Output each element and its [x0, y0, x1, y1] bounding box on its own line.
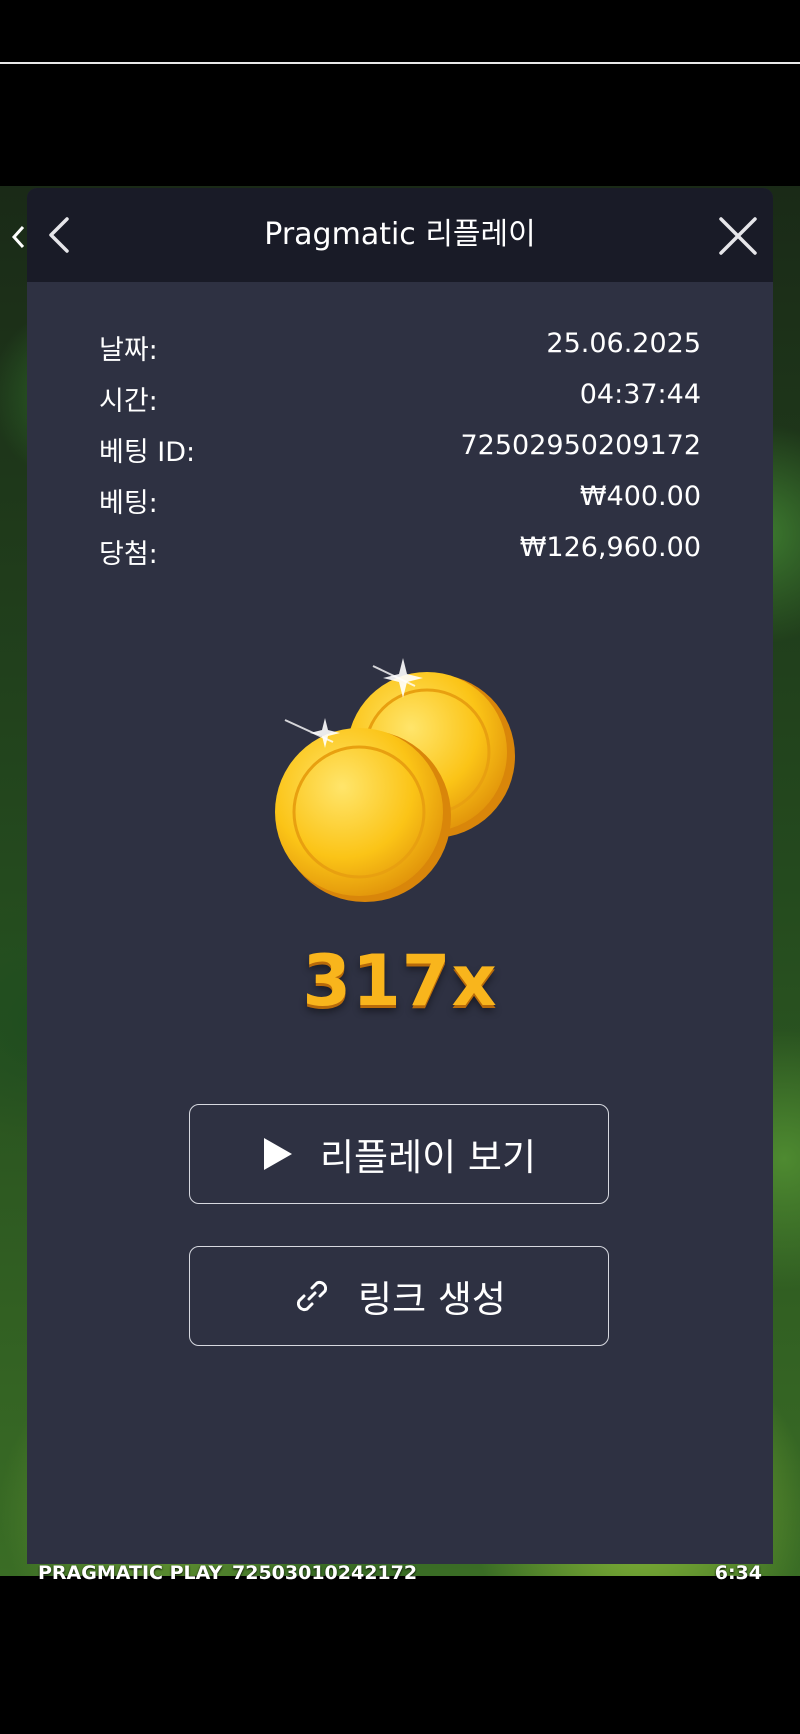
- win-multiplier: 317x: [302, 940, 498, 1022]
- create-link-label: 링크 생성: [358, 1278, 506, 1321]
- info-row-win: 당첨: ₩126,960.00: [99, 532, 701, 583]
- close-icon[interactable]: [717, 215, 759, 257]
- game-clock: 6:34: [714, 1562, 762, 1584]
- info-value: 25.06.2025: [546, 328, 701, 359]
- watch-replay-label: 리플레이 보기: [319, 1136, 536, 1179]
- coins-icon: [275, 658, 515, 902]
- play-icon: [262, 1136, 294, 1172]
- info-row-bet-id: 베팅 ID: 72502950209172: [99, 430, 701, 481]
- create-link-button[interactable]: 링크 생성: [189, 1246, 609, 1346]
- info-label: 베팅:: [99, 488, 158, 519]
- link-icon: [292, 1276, 332, 1316]
- info-value: ₩126,960.00: [519, 532, 701, 563]
- info-value: ₩400.00: [579, 481, 701, 512]
- modal-title: Pragmatic 리플레이: [264, 217, 536, 252]
- game-brand: PRAGMATIC PLAY: [38, 1562, 223, 1584]
- game-round-id: 72503010242172: [232, 1562, 418, 1584]
- game-back-icon[interactable]: [8, 222, 28, 252]
- watch-replay-button[interactable]: 리플레이 보기: [189, 1104, 609, 1204]
- info-label: 베팅 ID:: [99, 437, 196, 468]
- modal-header: Pragmatic 리플레이: [27, 188, 773, 282]
- bet-info: 날짜: 25.06.2025 시간: 04:37:44 베팅 ID: 72502…: [99, 328, 701, 583]
- info-label: 날짜:: [99, 335, 158, 366]
- replay-modal: Pragmatic 리플레이 날짜: 25.06.2025 시간: 04:37:…: [27, 188, 773, 1564]
- info-value: 04:37:44: [579, 379, 701, 410]
- info-label: 시간:: [99, 386, 158, 417]
- info-row-date: 날짜: 25.06.2025: [99, 328, 701, 379]
- info-label: 당첨:: [99, 539, 158, 570]
- info-row-bet: 베팅: ₩400.00: [99, 481, 701, 532]
- chevron-left-icon[interactable]: [41, 213, 77, 257]
- status-divider: [0, 62, 800, 64]
- info-row-time: 시간: 04:37:44: [99, 379, 701, 430]
- info-value: 72502950209172: [460, 430, 702, 461]
